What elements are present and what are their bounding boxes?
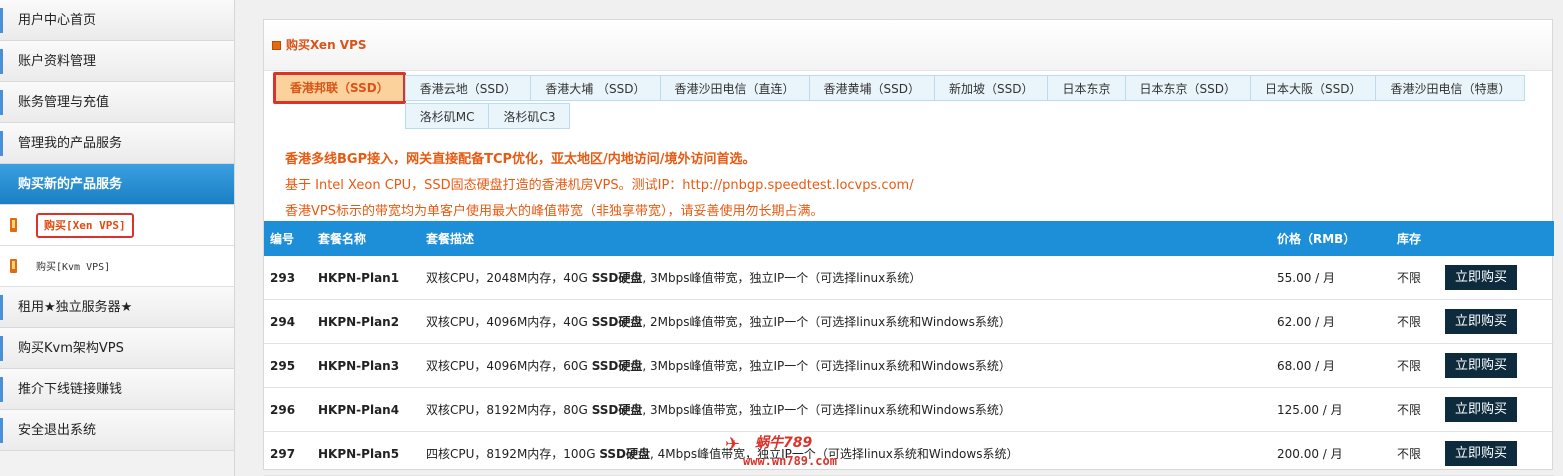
sidebar-subitem-label: 购买[Kvm VPS] bbox=[36, 262, 111, 273]
plan-stock: 不限 bbox=[1397, 431, 1445, 476]
col-header-price: 价格（RMB） bbox=[1277, 221, 1397, 256]
plans-table: 编号 套餐名称 套餐描述 价格（RMB） 库存 293 HKPN-Plan1 双… bbox=[264, 221, 1554, 476]
sidebar-item-label: 安全退出系统 bbox=[18, 423, 97, 438]
buy-now-button[interactable]: 立即购买 bbox=[1445, 265, 1518, 290]
sidebar-item-dedicated-server[interactable]: 租用★独立服务器★ bbox=[0, 287, 234, 328]
sidebar: 用户中心首页 账户资料管理 账务管理与充值 管理我的产品服务 购买新的产品服务 … bbox=[0, 0, 235, 476]
table-row: 296 HKPN-Plan4 双核CPU，8192M内存，80G SSD硬盘, … bbox=[264, 387, 1554, 432]
plan-id: 294 bbox=[264, 299, 318, 344]
tab-hk-dapu[interactable]: 香港大埔 （SSD） bbox=[530, 75, 661, 101]
col-header-stock: 库存 bbox=[1397, 221, 1445, 256]
sidebar-item-logout[interactable]: 安全退出系统 bbox=[0, 410, 234, 451]
sidebar-subitem-buy-xen-vps[interactable]: 购买[Xen VPS] bbox=[0, 205, 234, 246]
tab-singapore[interactable]: 新加坡（SSD） bbox=[934, 75, 1049, 101]
plan-price: 55.00 / 月 bbox=[1277, 256, 1397, 300]
phone-icon bbox=[10, 259, 17, 273]
plan-desc: 双核CPU，4096M内存，40G SSD硬盘, 2Mbps峰值带宽，独立IP一… bbox=[426, 299, 1277, 344]
sidebar-item-label: 账务管理与充值 bbox=[18, 95, 110, 110]
table-row: 293 HKPN-Plan1 双核CPU，2048M内存，40G SSD硬盘, … bbox=[264, 256, 1554, 300]
plan-name: HKPN-Plan4 bbox=[318, 387, 426, 432]
plan-desc: 双核CPU，4096M内存，60G SSD硬盘, 3Mbps峰值带宽，独立IP一… bbox=[426, 343, 1277, 388]
col-header-id: 编号 bbox=[264, 221, 318, 256]
tab-la-mc[interactable]: 洛杉矶MC bbox=[404, 103, 490, 129]
sidebar-item-label: 推介下线链接赚钱 bbox=[18, 382, 123, 397]
tab-la-c3[interactable]: 洛杉矶C3 bbox=[488, 103, 571, 129]
sidebar-subitem-label: 购买[Xen VPS] bbox=[36, 213, 134, 238]
plan-stock: 不限 bbox=[1397, 299, 1445, 344]
sidebar-item-account-profile[interactable]: 账户资料管理 bbox=[0, 41, 234, 82]
tab-tokyo-ssd[interactable]: 日本东京（SSD） bbox=[1124, 75, 1251, 101]
tab-hk-yundi[interactable]: 香港云地（SSD） bbox=[404, 75, 532, 101]
plan-desc: 双核CPU，2048M内存，40G SSD硬盘, 3Mbps峰值带宽，独立IP一… bbox=[426, 256, 1277, 300]
tab-osaka[interactable]: 日本大阪（SSD） bbox=[1249, 75, 1377, 101]
plan-id: 295 bbox=[264, 343, 318, 388]
table-row: 294 HKPN-Plan2 双核CPU，4096M内存，40G SSD硬盘, … bbox=[264, 299, 1554, 344]
table-row: 297 HKPN-Plan5 四核CPU，8192M内存，100G SSD硬盘,… bbox=[264, 431, 1554, 476]
sidebar-item-billing[interactable]: 账务管理与充值 bbox=[0, 82, 234, 123]
sidebar-item-manage-services[interactable]: 管理我的产品服务 bbox=[0, 123, 234, 164]
col-header-name: 套餐名称 bbox=[318, 221, 426, 256]
plan-name: HKPN-Plan5 bbox=[318, 431, 426, 476]
tab-hk-banglian[interactable]: 香港邦联（SSD） bbox=[273, 72, 406, 104]
plan-price: 125.00 / 月 bbox=[1277, 387, 1397, 432]
plan-id: 296 bbox=[264, 387, 318, 432]
sidebar-item-buy-kvm[interactable]: 购买Kvm架构VPS bbox=[0, 328, 234, 369]
intro-headline: 香港多线BGP接入，网关直接配备TCP优化，亚太地区/内地访问/境外访问首选。 bbox=[285, 152, 756, 167]
plan-price: 200.00 / 月 bbox=[1277, 431, 1397, 476]
panel-title: 购买Xen VPS bbox=[286, 38, 367, 52]
plan-stock: 不限 bbox=[1397, 256, 1445, 300]
col-header-desc: 套餐描述 bbox=[426, 221, 1277, 256]
sidebar-item-buy-new-service[interactable]: 购买新的产品服务 bbox=[0, 164, 234, 205]
sidebar-subitem-buy-kvm-vps[interactable]: 购买[Kvm VPS] bbox=[0, 246, 234, 287]
intro-line: 基于 Intel Xeon CPU，SSD固态硬盘打造的香港机房VPS。测试IP… bbox=[285, 178, 914, 193]
plan-price: 68.00 / 月 bbox=[1277, 343, 1397, 388]
plan-name: HKPN-Plan1 bbox=[318, 256, 426, 300]
tab-hk-shatin-direct[interactable]: 香港沙田电信（直连） bbox=[659, 75, 810, 101]
sidebar-item-label: 管理我的产品服务 bbox=[18, 136, 123, 151]
buy-now-button[interactable]: 立即购买 bbox=[1445, 309, 1518, 334]
sidebar-item-label: 购买新的产品服务 bbox=[18, 177, 123, 192]
plan-id: 293 bbox=[264, 256, 318, 300]
tab-tokyo[interactable]: 日本东京 bbox=[1047, 75, 1126, 101]
phone-icon bbox=[10, 218, 17, 232]
sidebar-item-referral[interactable]: 推介下线链接赚钱 bbox=[0, 369, 234, 410]
buy-now-button[interactable]: 立即购买 bbox=[1445, 397, 1518, 422]
plan-desc: 四核CPU，8192M内存，100G SSD硬盘, 4Mbps峰值带宽，独立IP… bbox=[426, 431, 1277, 476]
plan-name: HKPN-Plan3 bbox=[318, 343, 426, 388]
table-row: 295 HKPN-Plan3 双核CPU，4096M内存，60G SSD硬盘, … bbox=[264, 343, 1554, 388]
plan-price: 62.00 / 月 bbox=[1277, 299, 1397, 344]
plan-desc: 双核CPU，8192M内存，80G SSD硬盘, 3Mbps峰值带宽，独立IP一… bbox=[426, 387, 1277, 432]
region-intro: 香港多线BGP接入，网关直接配备TCP优化，亚太地区/内地访问/境外访问首选。 … bbox=[285, 147, 914, 225]
sidebar-item-label: 购买Kvm架构VPS bbox=[18, 341, 124, 356]
buy-now-button[interactable]: 立即购买 bbox=[1445, 441, 1518, 466]
square-bullet-icon bbox=[272, 41, 281, 50]
table-header-row: 编号 套餐名称 套餐描述 价格（RMB） 库存 bbox=[264, 221, 1554, 256]
plan-stock: 不限 bbox=[1397, 387, 1445, 432]
tab-hk-huangpu[interactable]: 香港黄埔（SSD） bbox=[808, 75, 935, 101]
plan-name: HKPN-Plan2 bbox=[318, 299, 426, 344]
col-header-action bbox=[1445, 221, 1554, 256]
panel-header: 购买Xen VPS bbox=[264, 20, 1552, 71]
tab-hk-shatin-special[interactable]: 香港沙田电信（特惠） bbox=[1375, 75, 1526, 101]
sidebar-item-label: 租用★独立服务器★ bbox=[18, 300, 133, 315]
plan-stock: 不限 bbox=[1397, 343, 1445, 388]
region-tabs: 香港邦联（SSD） 香港云地（SSD） 香港大埔 （SSD） 香港沙田电信（直连… bbox=[273, 72, 1543, 131]
main-panel: 购买Xen VPS 香港邦联（SSD） 香港云地（SSD） 香港大埔 （SSD）… bbox=[263, 19, 1554, 476]
sidebar-item-label: 用户中心首页 bbox=[18, 13, 97, 28]
sidebar-item-label: 账户资料管理 bbox=[18, 54, 97, 69]
buy-now-button[interactable]: 立即购买 bbox=[1445, 353, 1518, 378]
sidebar-item-user-home[interactable]: 用户中心首页 bbox=[0, 0, 234, 41]
plan-id: 297 bbox=[264, 431, 318, 476]
